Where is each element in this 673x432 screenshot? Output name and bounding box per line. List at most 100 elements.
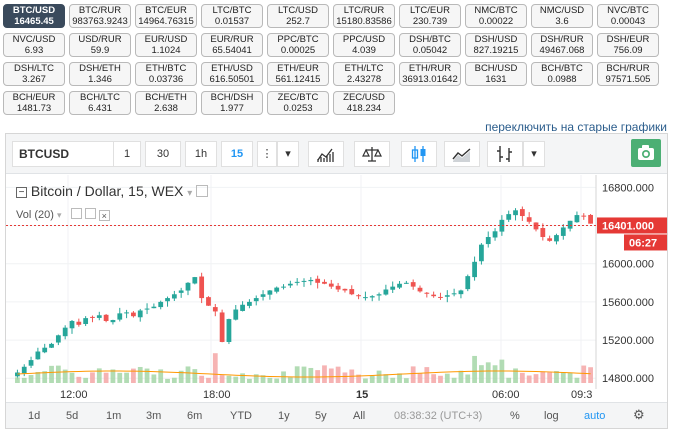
- pair-button[interactable]: LTC/BTC 0.01537: [201, 4, 263, 28]
- log-scale-button[interactable]: log: [544, 410, 559, 422]
- pair-button[interactable]: BCH/DSH 1.977: [201, 91, 263, 115]
- pair-button[interactable]: DSH/EUR 756.09: [597, 33, 659, 57]
- pair-price: 6.431: [88, 102, 112, 114]
- volume-bar: [151, 374, 157, 383]
- volume-menu-chevron-icon[interactable]: ▾: [57, 210, 62, 220]
- candle-body: [199, 276, 205, 299]
- pair-button[interactable]: NVC/BTC 0.00043: [597, 4, 659, 28]
- candle-body: [506, 214, 512, 220]
- pair-button[interactable]: BCH/BTC 0.0988: [531, 62, 593, 86]
- time-tick: 18:00: [203, 389, 231, 401]
- range-6m-button[interactable]: 6m: [187, 410, 202, 422]
- chart-type-chevron-icon[interactable]: ▾: [523, 141, 545, 167]
- range-ytd-button[interactable]: YTD: [230, 410, 252, 422]
- range-1d-button[interactable]: 1d: [28, 410, 40, 422]
- pair-button[interactable]: NMC/USD 3.6: [531, 4, 593, 28]
- pair-button[interactable]: BCH/RUR 97571.505: [597, 62, 659, 86]
- pair-button[interactable]: NVC/USD 6.93: [3, 33, 65, 57]
- pair-button[interactable]: LTC/USD 252.7: [267, 4, 329, 28]
- pair-button[interactable]: EUR/RUR 65.54041: [201, 33, 263, 57]
- volume-visibility-icon[interactable]: [70, 208, 82, 219]
- volume-bar: [301, 366, 307, 383]
- auto-scale-button[interactable]: auto: [584, 410, 605, 422]
- legend-menu-chevron-icon[interactable]: ▾: [187, 188, 192, 199]
- candle-body: [206, 297, 211, 306]
- area-chart-type-icon[interactable]: [444, 141, 480, 167]
- pair-button[interactable]: BTC/USD 16465.45: [3, 4, 65, 28]
- pair-button[interactable]: EUR/USD 1.1024: [135, 33, 197, 57]
- range-5d-button[interactable]: 5d: [66, 410, 78, 422]
- volume-bar: [233, 376, 239, 383]
- pair-button[interactable]: DSH/ETH 1.346: [69, 62, 131, 86]
- legend-settings-icon[interactable]: [196, 185, 209, 197]
- interval-dropdown-chevron-icon[interactable]: ▾: [277, 141, 299, 167]
- price-tick: 15600.000: [602, 297, 654, 309]
- pair-name: BCH/EUR: [12, 92, 56, 103]
- pair-button[interactable]: ZEC/USD 418.234: [333, 91, 395, 115]
- pair-button[interactable]: BCH/LTC 6.431: [69, 91, 131, 115]
- pair-button[interactable]: USD/RUR 59.9: [69, 33, 131, 57]
- pair-button[interactable]: DSH/LTC 3.267: [3, 62, 65, 86]
- pair-button[interactable]: BCH/EUR 1481.73: [3, 91, 65, 115]
- volume-bar: [124, 372, 129, 383]
- time-tick: 15: [356, 389, 369, 401]
- bars-chart-type-icon[interactable]: [487, 141, 523, 167]
- pair-button[interactable]: DSH/BTC 0.05042: [399, 33, 461, 57]
- collapse-legend-icon[interactable]: −: [16, 187, 27, 198]
- interval-30m-button[interactable]: 30: [145, 141, 181, 167]
- gear-icon[interactable]: ⚙: [633, 407, 645, 423]
- pair-price: 0.05042: [412, 44, 448, 56]
- compare-scale-icon[interactable]: [354, 141, 390, 167]
- chart-widget: BTCUSD 1 30 1h 15 ⋮ ▾ ▾ 16800.00016400.0…: [5, 133, 668, 429]
- symbol-search-input[interactable]: BTCUSD: [12, 141, 114, 167]
- pair-button[interactable]: PPC/BTC 0.00025: [267, 33, 329, 57]
- candle-body: [42, 347, 48, 353]
- camera-snapshot-icon[interactable]: [631, 139, 661, 167]
- range-1m-button[interactable]: 1m: [106, 410, 121, 422]
- percent-scale-button[interactable]: %: [510, 410, 520, 422]
- candle-body: [69, 320, 75, 329]
- pair-button[interactable]: PPC/USD 4.039: [333, 33, 395, 57]
- interval-1h-button[interactable]: 1h: [185, 141, 217, 167]
- pair-button[interactable]: ETH/USD 616.50501: [201, 62, 263, 86]
- candle-body: [554, 235, 559, 242]
- pair-price: 2.43278: [346, 73, 382, 85]
- pair-button[interactable]: ETH/EUR 561.12415: [267, 62, 329, 86]
- candle-body: [315, 278, 321, 283]
- pair-price: 0.03736: [148, 73, 184, 85]
- range-1y-button[interactable]: 1y: [278, 410, 290, 422]
- range-all-button[interactable]: All: [353, 410, 365, 422]
- pair-button[interactable]: LTC/RUR 15180.83586: [333, 4, 395, 28]
- pair-button[interactable]: DSH/RUR 49467.068: [531, 33, 593, 57]
- pair-price: 827.19215: [473, 44, 519, 56]
- range-5y-button[interactable]: 5y: [315, 410, 327, 422]
- candle-body: [397, 283, 402, 288]
- candles-chart-type-icon[interactable]: [401, 141, 437, 167]
- pair-button[interactable]: LTC/EUR 230.739: [399, 4, 461, 28]
- interval-15m-button[interactable]: 15: [221, 141, 253, 167]
- pair-price: 1.1024: [151, 44, 181, 56]
- pair-price: 1.346: [88, 73, 112, 85]
- volume-settings-icon[interactable]: [84, 208, 96, 219]
- more-intervals-icon[interactable]: ⋮: [257, 141, 277, 167]
- interval-1m-button[interactable]: 1: [113, 141, 141, 167]
- volume-bar: [287, 377, 293, 383]
- indicators-icon[interactable]: [308, 141, 344, 167]
- volume-close-icon[interactable]: ×: [98, 210, 110, 221]
- pair-button[interactable]: DSH/USD 827.19215: [465, 33, 527, 57]
- volume-bar: [540, 371, 546, 383]
- pair-button[interactable]: NMC/BTC 0.00022: [465, 4, 527, 28]
- pair-button[interactable]: BCH/USD 1631: [465, 62, 527, 86]
- pair-button[interactable]: ETH/RUR 36913.01642: [399, 62, 461, 86]
- pair-button[interactable]: BTC/EUR 14964.76315: [135, 4, 197, 28]
- pair-button[interactable]: ZEC/BTC 0.0253: [267, 91, 329, 115]
- pair-button[interactable]: ETH/BTC 0.03736: [135, 62, 197, 86]
- volume-bar: [397, 373, 402, 383]
- volume-bar: [506, 377, 512, 383]
- range-3m-button[interactable]: 3m: [146, 410, 161, 422]
- pair-button[interactable]: ETH/LTC 2.43278: [333, 62, 395, 86]
- pair-button[interactable]: BTC/RUR 983763.9243: [69, 4, 131, 28]
- switch-to-old-charts-link[interactable]: переключить на старые графики: [485, 120, 667, 134]
- volume-bar: [417, 373, 423, 383]
- pair-button[interactable]: BCH/ETH 2.638: [135, 91, 197, 115]
